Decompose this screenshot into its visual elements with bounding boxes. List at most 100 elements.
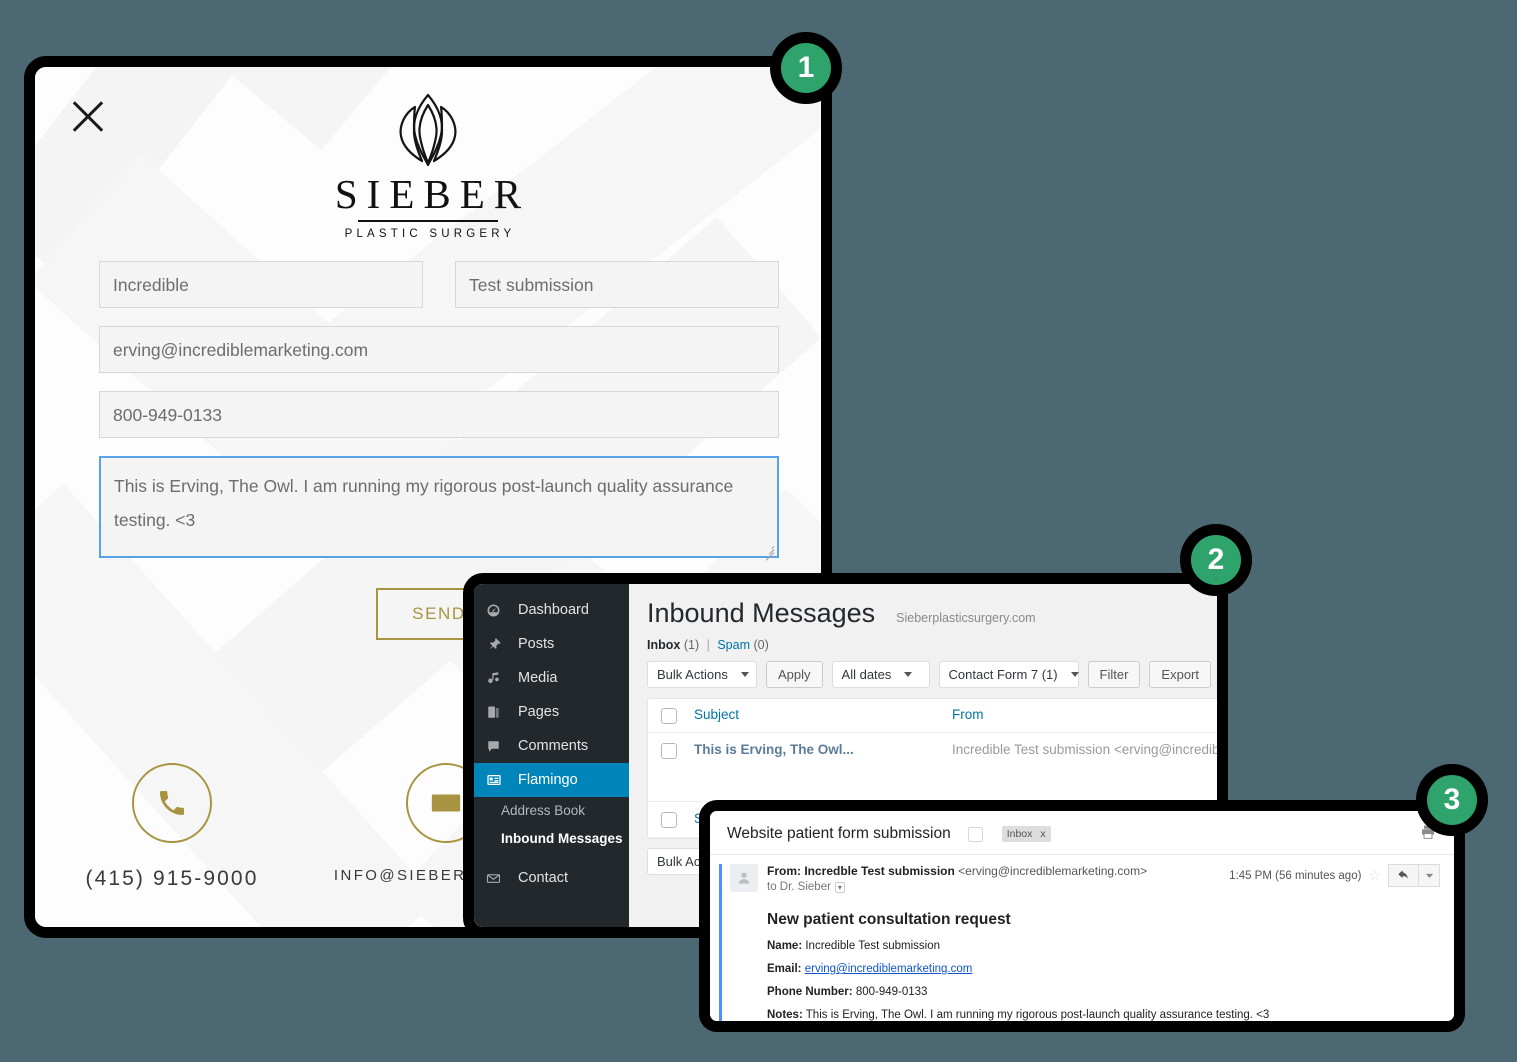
phone-number-label: (415) 915-9000: [85, 867, 259, 890]
select-all-checkbox-bottom[interactable]: [661, 812, 677, 828]
chevron-down-icon[interactable]: [1419, 864, 1440, 887]
gmail-message-content: From: Incredble Test submission <erving@…: [710, 855, 1454, 1021]
email-input[interactable]: erving@incrediblemarketing.com: [99, 326, 779, 373]
site-name: Sieberplasticsurgery.com: [896, 611, 1036, 625]
inbox-spam-filter: Inbox (1) | Spam (0): [647, 638, 1217, 652]
table-header-row: Subject From: [648, 699, 1217, 733]
sidebar-item-pages[interactable]: Pages: [474, 695, 629, 729]
phone-circle[interactable]: [132, 763, 212, 843]
bulk-actions-select[interactable]: Bulk Actions: [647, 661, 757, 688]
gmail-subject: Website patient form submission: [727, 825, 951, 842]
bulk-actions-bottom-label: Bulk Act: [657, 854, 704, 869]
form-filter-label: Contact Form 7 (1): [948, 667, 1058, 682]
sidebar-label: Media: [518, 670, 558, 686]
contact-phone[interactable]: (415) 915-9000: [35, 763, 309, 891]
email-field-name: Name: Incredible Test submission: [767, 940, 1440, 952]
gmail-from-name: From: Incredble Test submission: [767, 864, 955, 878]
gmail-message-panel: Website patient form submission Inbox x: [699, 800, 1465, 1032]
step-badge-2: 2: [1180, 524, 1252, 596]
flamingo-icon: [486, 772, 508, 788]
list-toolbar: Bulk Actions Apply All dates Contact For…: [647, 661, 1217, 688]
comment-icon: [486, 739, 508, 754]
gmail-timestamp: 1:45 PM (56 minutes ago): [1229, 869, 1362, 882]
logo-wordmark: SIEBER: [334, 171, 531, 217]
logo-tagline: PLASTIC SURGERY: [344, 228, 516, 240]
row-subject[interactable]: This is Erving, The Owl...: [694, 742, 952, 757]
chevron-down-icon: [1070, 672, 1079, 677]
sidebar-item-posts[interactable]: Posts: [474, 627, 629, 661]
step-badge-1: 1: [770, 32, 842, 104]
name-row: Incredible Test submission: [99, 261, 779, 326]
row-checkbox[interactable]: [661, 743, 677, 759]
export-button[interactable]: Export: [1149, 661, 1211, 688]
gmail-message-actions: 1:45 PM (56 minutes ago) ☆: [1229, 864, 1440, 887]
field-value: 800-949-0133: [855, 986, 928, 998]
bulk-actions-label: Bulk Actions: [657, 667, 728, 682]
sidebar-label: Posts: [518, 636, 555, 652]
lotus-flower-icon: [399, 93, 457, 167]
envelope-icon: [431, 794, 461, 812]
sidebar-subitem-inbound-messages[interactable]: Inbound Messages: [474, 825, 629, 853]
phone-input[interactable]: 800-949-0133: [99, 391, 779, 438]
sidebar-item-contact[interactable]: Contact: [474, 861, 629, 895]
chevron-down-icon: [904, 672, 913, 677]
gmail-sender-block: From: Incredble Test submission <erving@…: [767, 864, 1147, 893]
dashboard-icon: [486, 603, 508, 618]
logo-rule: [358, 220, 498, 222]
gmail-subject-row: Website patient form submission Inbox x: [710, 820, 1454, 848]
page-title-row: Inbound Messages Sieberplasticsurgery.co…: [647, 598, 1217, 629]
spam-count: (0): [753, 638, 769, 652]
wordpress-sidebar: Dashboard Posts Media Pages Comments Fla…: [474, 584, 629, 927]
sidebar-label: Comments: [518, 738, 589, 754]
table-row[interactable]: This is Erving, The Owl... Incredible Te…: [648, 733, 1217, 802]
field-label: Email:: [767, 963, 802, 975]
gmail-to-line: to Dr. Sieber ▾: [767, 881, 1147, 893]
date-filter-label: All dates: [841, 667, 892, 682]
gmail-label-text: Inbox: [1006, 828, 1033, 840]
inbox-filter-link[interactable]: Inbox: [647, 638, 680, 652]
close-icon[interactable]: [68, 96, 108, 136]
header-from[interactable]: From: [952, 707, 1217, 722]
gmail-from-address: <erving@incrediblemarketing.com>: [958, 864, 1148, 878]
sidebar-label: Flamingo: [518, 772, 578, 788]
field-label: Phone Number:: [767, 986, 853, 998]
last-name-input[interactable]: Test submission: [455, 261, 779, 308]
close-icon[interactable]: x: [1040, 828, 1045, 840]
message-textarea[interactable]: This is Erving, The Owl. I am running my…: [99, 456, 779, 561]
sidebar-label: Contact: [518, 870, 568, 886]
field-value-link[interactable]: erving@incrediblemarketing.com: [805, 963, 973, 975]
apply-button[interactable]: Apply: [766, 661, 823, 688]
page-title: Inbound Messages: [647, 598, 876, 628]
email-field-email: Email: erving@incrediblemarketing.com: [767, 963, 1440, 975]
sidebar-item-dashboard[interactable]: Dashboard: [474, 593, 629, 627]
sieber-logo: SIEBER PLASTIC SURGERY: [35, 91, 821, 240]
filter-button[interactable]: Filter: [1087, 661, 1141, 688]
resize-grip-icon[interactable]: [763, 543, 775, 561]
header-subject[interactable]: Subject: [694, 707, 952, 722]
first-name-input[interactable]: Incredible: [99, 261, 423, 308]
email-heading: New patient consultation request: [767, 911, 1011, 928]
gmail-subject-checkbox[interactable]: [967, 826, 983, 842]
pin-icon: [486, 637, 508, 652]
message-text: This is Erving, The Owl. I am running my…: [114, 476, 734, 531]
field-value: This is Erving, The Owl. I am running my…: [805, 1009, 1270, 1021]
reply-arrow-icon[interactable]: [1388, 864, 1419, 887]
sidebar-item-comments[interactable]: Comments: [474, 729, 629, 763]
screenshot-stage: SIEBER PLASTIC SURGERY Incredible Test s…: [0, 0, 1517, 1062]
gmail-text-column: From: Incredble Test submission <erving@…: [767, 864, 1440, 1021]
spam-filter-link[interactable]: Spam: [717, 638, 750, 652]
form-filter-select[interactable]: Contact Form 7 (1): [938, 661, 1079, 688]
sidebar-item-media[interactable]: Media: [474, 661, 629, 695]
star-icon[interactable]: ☆: [1368, 867, 1381, 884]
sidebar-label: Dashboard: [518, 602, 589, 618]
email-field-phone: Phone Number: 800-949-0133: [767, 986, 1440, 998]
gmail-label-chip: Inbox x: [1001, 826, 1051, 842]
select-all-checkbox[interactable]: [661, 708, 677, 724]
chevron-down-icon: [740, 672, 749, 677]
sidebar-item-flamingo[interactable]: Flamingo: [474, 763, 629, 797]
thread-accent-bar: [719, 864, 722, 1021]
sidebar-subitem-address-book[interactable]: Address Book: [474, 797, 629, 825]
chevron-down-icon[interactable]: ▾: [834, 881, 845, 893]
gmail-from-line: From: Incredble Test submission <erving@…: [767, 864, 1147, 878]
date-filter-select[interactable]: All dates: [831, 661, 930, 688]
